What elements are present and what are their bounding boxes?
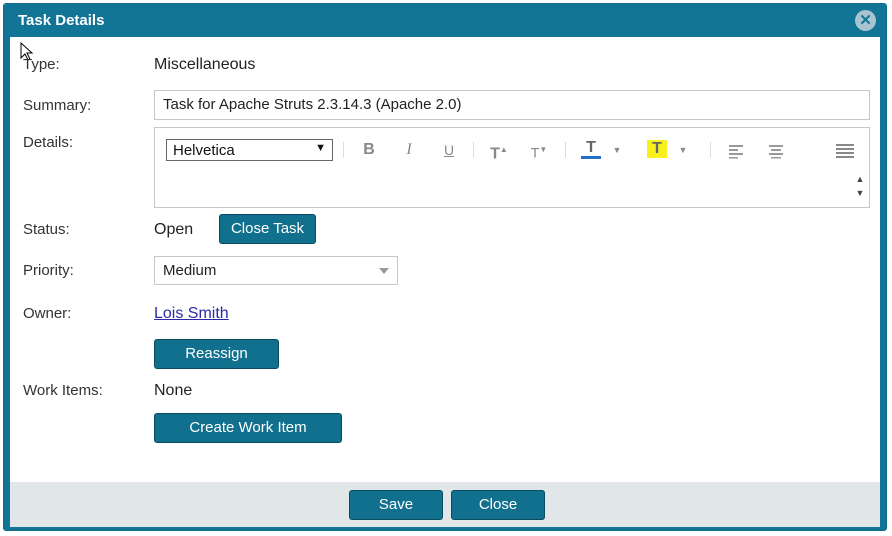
toolbar-divider (710, 142, 711, 158)
font-family-select[interactable]: Helvetica ▼ (166, 139, 333, 161)
chevron-down-icon (379, 268, 389, 274)
dialog-border-left (4, 37, 10, 530)
create-work-item-button[interactable]: Create Work Item (154, 413, 342, 443)
dialog-footer: Save Close (10, 482, 880, 527)
summary-input[interactable]: Task for Apache Struts 2.3.14.3 (Apache … (154, 90, 870, 120)
align-center-icon[interactable] (766, 140, 786, 160)
reassign-button[interactable]: Reassign (154, 339, 279, 369)
superscript-icon[interactable]: T▲ (489, 140, 509, 162)
type-label: Type: (23, 56, 60, 73)
close-task-button[interactable]: Close Task (219, 214, 316, 244)
scroll-up-icon[interactable]: ▲ (853, 174, 867, 184)
font-family-value: Helvetica (173, 142, 235, 159)
work-items-label: Work Items: (23, 382, 103, 399)
subscript-icon[interactable]: T▼ (529, 140, 549, 161)
type-value: Miscellaneous (154, 56, 256, 73)
details-editor[interactable]: Helvetica ▼ B I U T▲ T▼ T ▼ T ▼ ▲ ▼ (154, 127, 870, 208)
save-button[interactable]: Save (349, 490, 443, 520)
toolbar-divider (343, 142, 344, 158)
italic-icon[interactable]: I (399, 140, 419, 160)
chevron-down-icon[interactable]: ▼ (673, 140, 693, 160)
work-items-value: None (154, 382, 193, 399)
close-icon[interactable]: ✕ (855, 10, 876, 31)
highlight-color-icon[interactable]: T (647, 140, 667, 158)
scroll-down-icon[interactable]: ▼ (853, 188, 867, 198)
details-label: Details: (23, 134, 74, 151)
chevron-down-icon[interactable]: ▼ (607, 140, 627, 160)
owner-label: Owner: (23, 305, 72, 322)
summary-label: Summary: (23, 97, 92, 114)
priority-value: Medium (163, 262, 217, 279)
owner-link[interactable]: Lois Smith (154, 305, 229, 323)
status-value: Open (154, 221, 194, 238)
text-color-icon[interactable]: T (581, 140, 601, 159)
priority-select[interactable]: Medium (154, 256, 398, 285)
priority-label: Priority: (23, 262, 74, 279)
justify-icon[interactable] (835, 140, 855, 160)
close-button[interactable]: Close (451, 490, 545, 520)
underline-icon[interactable]: U (439, 140, 459, 160)
status-label: Status: (23, 221, 70, 238)
dialog-title: Task Details (18, 12, 105, 29)
dialog-titlebar: Task Details ✕ (4, 4, 886, 37)
task-details-dialog: Task Details ✕ Type: Miscellaneous Summa… (3, 3, 887, 531)
dialog-border-right (880, 37, 886, 530)
toolbar-divider (473, 142, 474, 158)
editor-scrollbar[interactable]: ▲ ▼ (853, 174, 867, 206)
align-left-icon[interactable] (726, 140, 746, 160)
select-arrow-icon: ▼ (315, 142, 326, 154)
toolbar-divider (565, 142, 566, 158)
bold-icon[interactable]: B (359, 140, 379, 160)
